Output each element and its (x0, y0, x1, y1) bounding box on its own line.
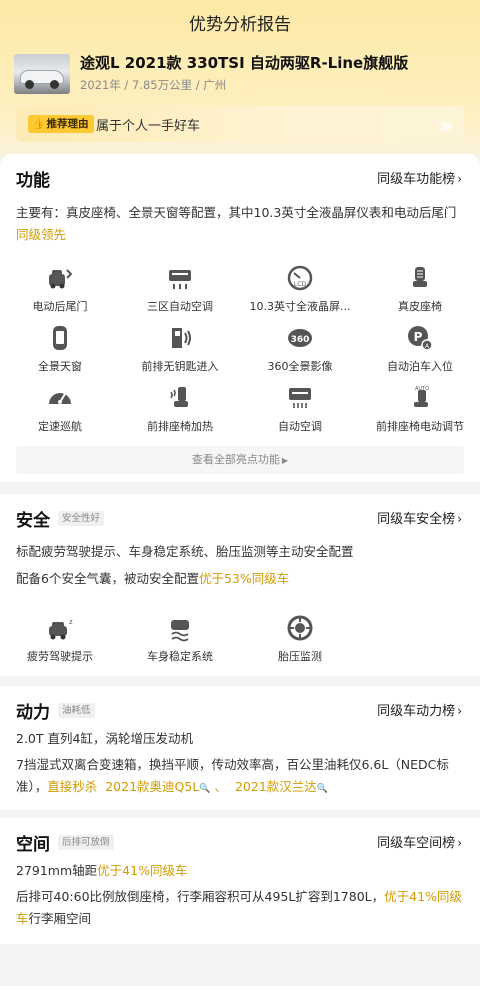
car-name: 途观L 2021款 330TSI 自动两驱R-Line旗舰版 (80, 54, 409, 72)
chevron-right-icon: › (457, 172, 462, 186)
chevrons-decoration-icon: ››› (438, 114, 454, 139)
car-mileage: 7.85万公里 (131, 78, 193, 92)
search-icon: 🔍 (316, 784, 329, 794)
function-rank-link[interactable]: 同级车功能榜 › (377, 168, 462, 187)
safety-rank-link[interactable]: 同级车安全榜 › (377, 508, 462, 527)
lcd-dashboard-icon: LCD (286, 264, 314, 292)
feature-item[interactable]: 自动空调 (240, 384, 360, 434)
compare-link-audi[interactable]: 2021款奥迪Q5L🔍 (105, 779, 210, 794)
feature-item[interactable]: 真皮座椅 (360, 264, 480, 314)
safety-line-2: 配备6个安全气囊，被动安全配置优于53%同级车 (16, 571, 290, 586)
car-year: 2021年 (80, 78, 121, 92)
feature-label: 360全景影像 (267, 360, 333, 373)
feature-label: 自动泊车入位 (387, 360, 453, 373)
page-title: 优势分析报告 (189, 15, 291, 35)
space-tag: 后排可放倒 (58, 835, 114, 850)
safety-tag: 安全性好 (58, 511, 105, 526)
feature-item[interactable]: z 疲劳驾驶提示 (0, 614, 120, 664)
keyless-entry-icon (166, 324, 194, 352)
chevron-right-icon: › (457, 704, 462, 718)
feature-item[interactable]: 全景天窗 (0, 324, 120, 374)
function-summary: 主要有：真皮座椅、全景天窗等配置，其中10.3英寸全液晶屏仪表和电动后尾门同级领… (16, 205, 457, 242)
safety-line-1: 标配疲劳驾驶提示、车身稳定系统、胎压监测等主动安全配置 (16, 544, 354, 559)
feature-label: 前排座椅加热 (147, 420, 213, 433)
thumbs-up-icon: 👍 (32, 119, 45, 130)
car-meta: 2021年 / 7.85万公里 / 广州 (80, 78, 227, 92)
stability-control-icon (166, 614, 194, 642)
feature-item[interactable]: 胎压监测 (240, 614, 360, 664)
feature-item[interactable]: 车身稳定系统 (120, 614, 240, 664)
safety-card: 安全 安全性好 同级车安全榜 › 标配疲劳驾驶提示、车身稳定系统、胎压监测等主动安… (0, 494, 480, 676)
feature-label: 电动后尾门 (32, 300, 88, 313)
power-title: 动力 (16, 703, 50, 723)
feature-label: 疲劳驾驶提示 (27, 650, 93, 663)
feature-label: 10.3英寸全液晶屏... (249, 300, 351, 313)
svg-text:z: z (69, 618, 73, 626)
feature-item[interactable]: 前排座椅加热 (120, 384, 240, 434)
feature-label: 全景天窗 (38, 360, 82, 373)
feature-label: 前排无钥匙进入 (141, 360, 219, 373)
feature-label: 自动空调 (278, 420, 322, 433)
feature-item[interactable]: 三区自动空调 (120, 264, 240, 314)
feature-label: 前排座椅电动调节 (376, 420, 464, 433)
search-icon: 🔍 (199, 784, 211, 794)
power-rank-link[interactable]: 同级车动力榜 › (377, 700, 462, 719)
feature-label: 真皮座椅 (398, 300, 442, 313)
recommend-reason-text: 属于个人一手好车 (96, 119, 201, 134)
power-card: 动力 油耗低 同级车动力榜 › 2.0T 直列4缸，涡轮增压发动机 7挡湿式双离合… (0, 686, 480, 810)
triangle-right-icon: ▶ (281, 456, 289, 465)
compare-link-highlander[interactable]: 2021款汉兰达🔍 (235, 779, 328, 794)
tri-zone-ac-icon (166, 264, 194, 292)
tire-pressure-icon (286, 614, 314, 642)
svg-text:360: 360 (291, 335, 310, 345)
space-line-2: 后排可40:60比例放倒座椅，行李厢容积可从495L扩容到1780L，优于41%… (16, 889, 462, 926)
power-tailgate-icon (46, 264, 74, 292)
car-city: 广州 (203, 78, 227, 92)
power-line-2: 7挡湿式双离合变速箱，换挡平顺，传动效率高，百公里油耗仅6.6L（NEDC标准）… (16, 757, 449, 794)
auto-parking-icon: PA (406, 324, 434, 352)
feature-item[interactable]: 前排无钥匙进入 (120, 324, 240, 374)
space-rank-link[interactable]: 同级车空间榜 › (377, 832, 462, 851)
power-line-1: 2.0T 直列4缸，涡轮增压发动机 (16, 731, 193, 746)
feature-item[interactable]: 电动后尾门 (0, 264, 120, 314)
360-camera-icon: 360 (286, 324, 314, 352)
feature-item[interactable]: AUTO 前排座椅电动调节 (360, 384, 480, 434)
power-seat-adjust-icon: AUTO (406, 384, 434, 412)
cruise-control-icon (46, 384, 74, 412)
fatigue-alert-icon: z (46, 614, 74, 642)
view-all-features-button[interactable]: 查看全部亮点功能 ▶ (16, 446, 464, 474)
function-card: 功能 同级车功能榜 › 主要有：真皮座椅、全景天窗等配置，其中10.3英寸全液晶屏… (0, 154, 480, 482)
recommend-reason-tag: 👍 推荐理由 (28, 115, 95, 133)
feature-item[interactable]: P A 自动泊车入位 (360, 324, 480, 374)
panoramic-sunroof-icon (46, 324, 74, 352)
feature-label: 车身稳定系统 (147, 650, 213, 663)
svg-text:LCD: LCD (294, 281, 307, 288)
svg-text:P: P (414, 330, 423, 344)
recommend-reason-banner: 👍 推荐理由 属于个人一手好车 ››› (16, 106, 464, 142)
feature-label: 定速巡航 (38, 420, 82, 433)
svg-text:AUTO: AUTO (415, 386, 429, 392)
feature-item[interactable]: LCD 10.3英寸全液晶屏... (240, 264, 360, 314)
space-card: 空间 后排可放倒 同级车空间榜 › 2791mm轴距优于41%同级车 后排可40:… (0, 818, 480, 944)
space-title: 空间 (16, 835, 50, 855)
leather-seat-icon (406, 264, 434, 292)
car-summary[interactable]: 途观L 2021款 330TSI 自动两驱R-Line旗舰版 2021年 / 7… (14, 50, 466, 98)
seat-heating-icon (166, 384, 194, 412)
safety-title: 安全 (16, 511, 50, 531)
feature-item[interactable]: 定速巡航 (0, 384, 120, 434)
car-thumbnail (14, 54, 70, 94)
chevron-right-icon: › (457, 836, 462, 850)
space-line-1: 2791mm轴距优于41%同级车 (16, 863, 188, 878)
feature-label: 胎压监测 (278, 650, 322, 663)
auto-ac-icon (286, 384, 314, 412)
feature-item[interactable]: 360 360全景影像 (240, 324, 360, 374)
feature-label: 三区自动空调 (147, 300, 213, 313)
power-tag: 油耗低 (58, 703, 95, 718)
function-title: 功能 (16, 171, 50, 191)
chevron-right-icon: › (457, 512, 462, 526)
